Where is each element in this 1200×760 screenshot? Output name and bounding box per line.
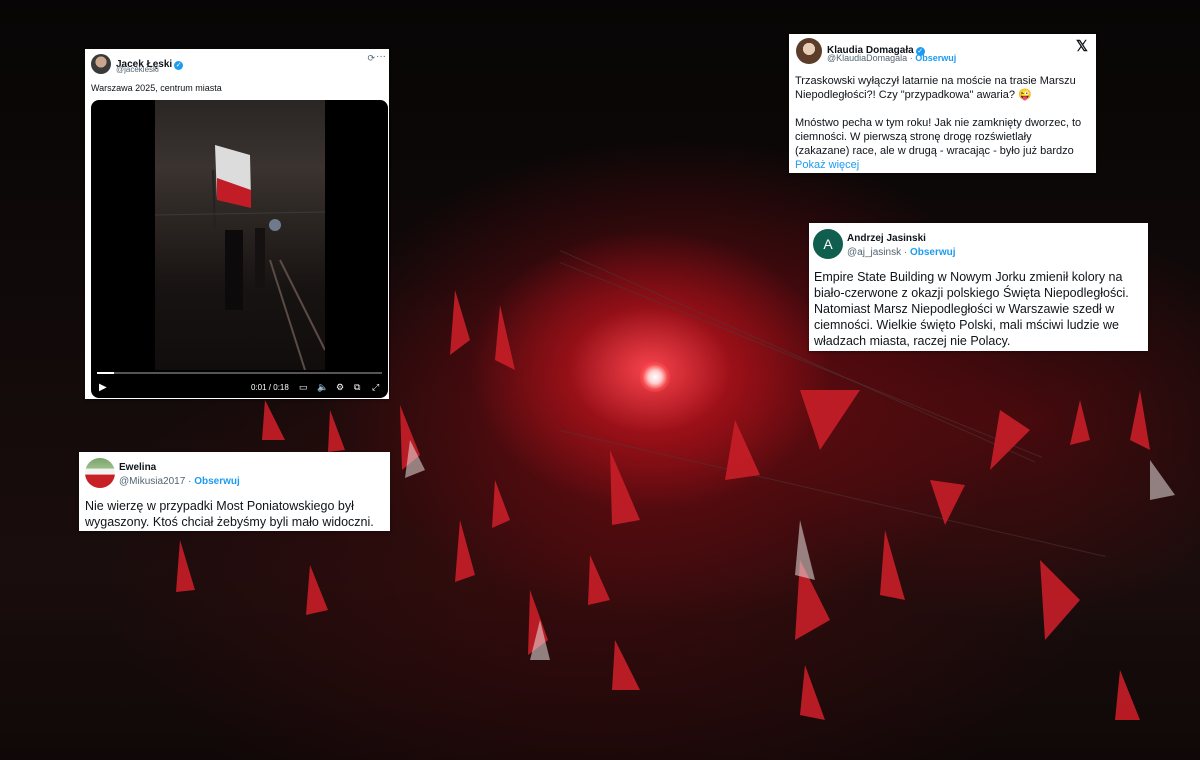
avatar[interactable]: A bbox=[813, 229, 843, 259]
flag bbox=[328, 410, 345, 452]
follow-button[interactable]: Obserwuj bbox=[910, 247, 956, 258]
flag bbox=[262, 400, 285, 440]
video-progress-fill bbox=[97, 372, 115, 374]
tweet-text: Empire State Building w Nowym Jorku zmie… bbox=[814, 270, 1129, 348]
tweet-card-ewelina: Ewelina @Mikusia2017 · Obserwuj Nie wier… bbox=[79, 452, 390, 531]
play-icon[interactable]: ▶ bbox=[99, 382, 107, 393]
author-handle[interactable]: @Mikusia2017 bbox=[119, 476, 185, 487]
video-scene bbox=[155, 145, 325, 370]
volume-icon[interactable]: 🔈 bbox=[317, 382, 328, 393]
video-progress-bar[interactable] bbox=[97, 372, 382, 374]
video-time: 0:01 / 0:18 bbox=[251, 383, 289, 392]
tweet-card-domagala: Klaudia Domagała ✓ @KlaudiaDomagala · Obs… bbox=[789, 34, 1096, 173]
flag bbox=[800, 665, 825, 720]
flag bbox=[306, 565, 328, 615]
flag bbox=[1040, 560, 1080, 640]
tweet-paragraph-2-container: Mnóstwo pecha w tym roku! Jak nie zamkni… bbox=[795, 116, 1085, 172]
flag bbox=[795, 520, 815, 580]
more-options-icon[interactable]: ··· bbox=[376, 51, 386, 62]
tweet-card-jasinski: A Andrzej Jasinski @aj_jasinsk · Obserwu… bbox=[809, 223, 1148, 351]
flag bbox=[492, 480, 510, 528]
flag bbox=[495, 305, 515, 370]
flag bbox=[612, 640, 640, 690]
flag bbox=[725, 420, 760, 480]
flag bbox=[610, 450, 640, 525]
flag bbox=[1070, 400, 1090, 445]
tweet-paragraph-2: Mnóstwo pecha w tym roku! Jak nie zamkni… bbox=[795, 117, 1082, 157]
video-frame bbox=[155, 100, 325, 370]
flag bbox=[450, 290, 470, 355]
tweet-text: Nie wierzę w przypadki Most Poniatowskie… bbox=[85, 499, 374, 529]
flag bbox=[880, 530, 905, 600]
avatar[interactable] bbox=[85, 458, 115, 488]
follow-button[interactable]: Obserwuj bbox=[915, 53, 956, 63]
flag bbox=[1115, 670, 1140, 720]
avatar[interactable] bbox=[91, 54, 111, 74]
flag bbox=[1130, 390, 1150, 450]
author-handle[interactable]: @KlaudiaDomagala bbox=[827, 53, 907, 63]
flag bbox=[455, 520, 475, 582]
verified-badge-icon: ✓ bbox=[174, 61, 184, 70]
separator: · bbox=[188, 476, 192, 487]
refresh-icon[interactable]: ⟳ bbox=[367, 53, 375, 64]
separator: · bbox=[903, 247, 908, 258]
flag bbox=[1150, 460, 1175, 500]
fullscreen-icon[interactable]: ⤢ bbox=[372, 382, 379, 393]
flag bbox=[588, 555, 610, 605]
tweet-paragraph-1: Trzaskowski wyłączył latarnie na moście … bbox=[795, 75, 1076, 101]
x-logo-icon[interactable]: 𝕏 bbox=[1076, 37, 1088, 55]
author-handle[interactable]: @jacekleski bbox=[116, 65, 159, 74]
flag bbox=[990, 410, 1030, 470]
pip-icon[interactable]: ⧉ bbox=[354, 382, 360, 393]
captions-icon[interactable]: ▭ bbox=[299, 382, 308, 393]
video-player[interactable]: ▶ 0:01 / 0:18 ▭ 🔈 ⚙ ⧉ ⤢ bbox=[91, 100, 388, 398]
show-more-link[interactable]: Pokaż więcej bbox=[795, 159, 859, 171]
flag bbox=[176, 540, 195, 592]
tweet-text: Warszawa 2025, centrum miasta bbox=[91, 83, 222, 93]
avatar[interactable] bbox=[796, 38, 822, 64]
separator: · bbox=[909, 53, 913, 63]
follow-button[interactable]: Obserwuj bbox=[194, 476, 240, 487]
author-handle[interactable]: @aj_jasinsk bbox=[847, 247, 901, 258]
author-name[interactable]: Ewelina bbox=[119, 462, 156, 473]
settings-icon[interactable]: ⚙ bbox=[336, 382, 344, 393]
author-name[interactable]: Andrzej Jasinski bbox=[847, 233, 926, 244]
flag bbox=[800, 390, 860, 450]
flag bbox=[930, 480, 965, 525]
